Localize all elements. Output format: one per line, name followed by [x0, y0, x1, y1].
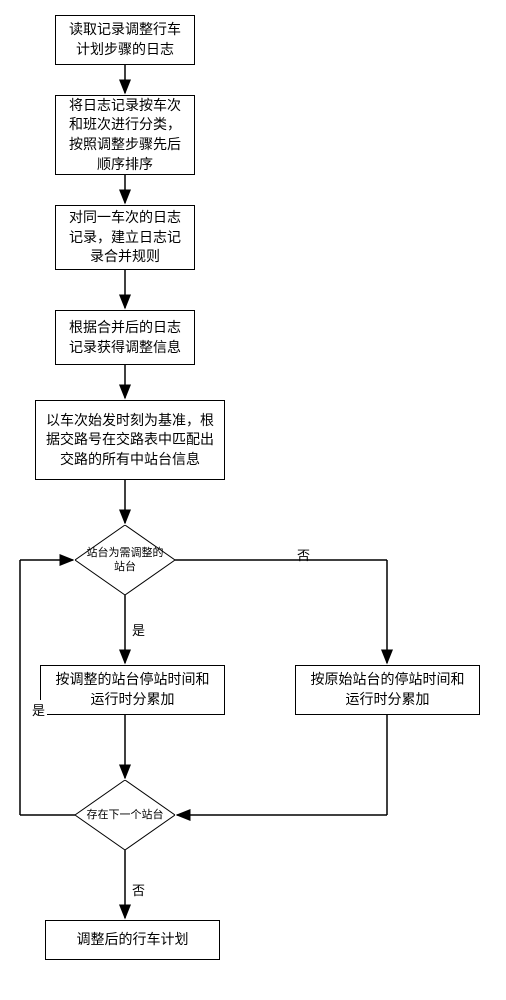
box-text: 对同一车次的日志记录，建立日志记录合并规则 [64, 208, 186, 267]
edge-label-yes: 是 [130, 620, 147, 639]
process-box: 根据合并后的日志记录获得调整信息 [55, 310, 195, 365]
process-box: 按调整的站台停站时间和运行时分累加 [40, 665, 225, 715]
decision-diamond: 存在下一个站台 [75, 780, 175, 850]
box-text: 按调整的站台停站时间和运行时分累加 [49, 670, 216, 709]
edge-label-yes: 是 [30, 700, 47, 719]
process-box: 将日志记录按车次和班次进行分类，按照调整步骤先后顺序排序 [55, 95, 195, 175]
box-text: 将日志记录按车次和班次进行分类，按照调整步骤先后顺序排序 [64, 96, 186, 174]
edge-label-no: 否 [295, 545, 312, 564]
process-box: 以车次始发时刻为基准，根据交路号在交路表中匹配出交路的所有中站台信息 [35, 400, 225, 480]
box-text: 根据合并后的日志记录获得调整信息 [64, 318, 186, 357]
box-text: 读取记录调整行车计划步骤的日志 [64, 20, 186, 59]
process-box: 读取记录调整行车计划步骤的日志 [55, 15, 195, 65]
process-box: 调整后的行车计划 [45, 920, 220, 960]
decision-diamond: 站台为需调整的站台 [75, 525, 175, 595]
diamond-text: 站台为需调整的站台 [83, 546, 168, 575]
process-box: 按原始站台的停站时间和运行时分累加 [295, 665, 480, 715]
edge-label-no: 否 [130, 880, 147, 899]
box-text: 调整后的行车计划 [77, 930, 189, 950]
diamond-text: 存在下一个站台 [83, 808, 168, 822]
process-box: 对同一车次的日志记录，建立日志记录合并规则 [55, 205, 195, 270]
box-text: 按原始站台的停站时间和运行时分累加 [304, 670, 471, 709]
box-text: 以车次始发时刻为基准，根据交路号在交路表中匹配出交路的所有中站台信息 [44, 411, 216, 470]
